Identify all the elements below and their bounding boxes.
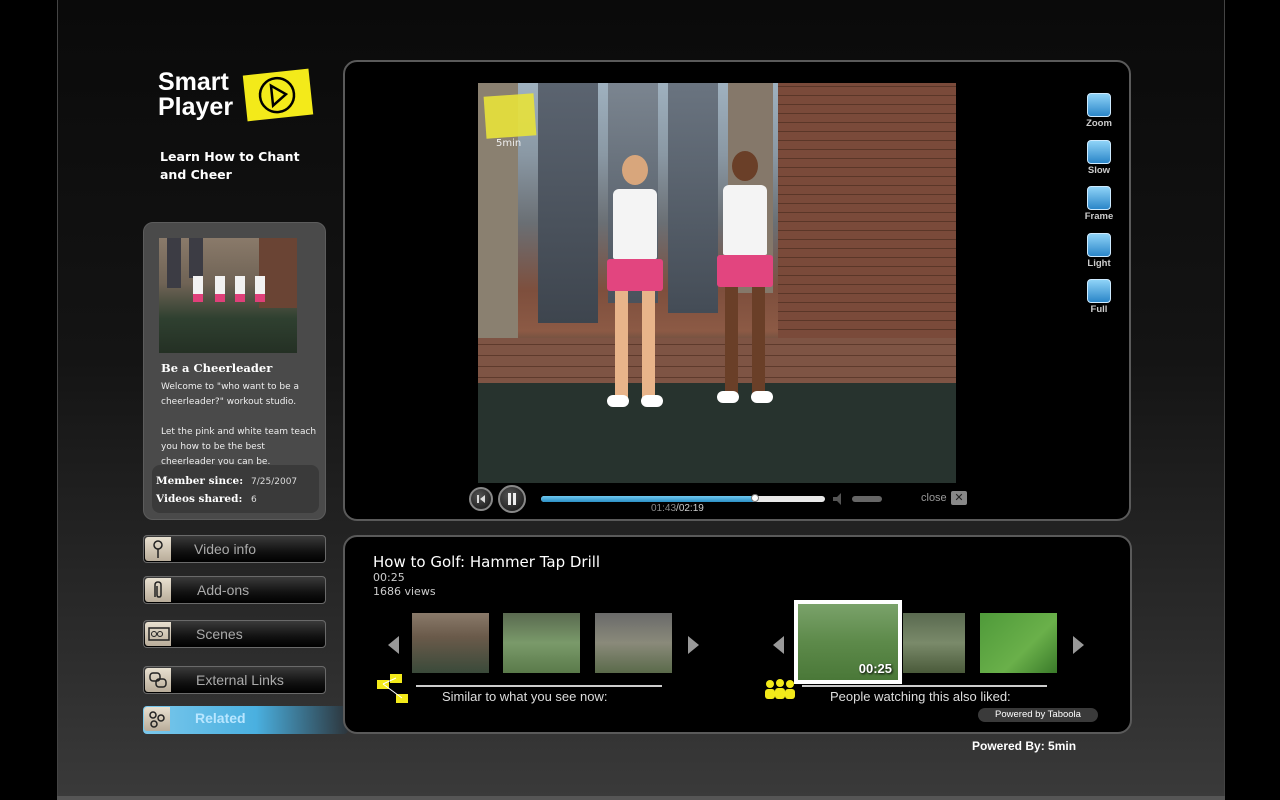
progress-bar[interactable] — [541, 494, 825, 502]
total-time: 02:19 — [678, 503, 704, 514]
people-caption: People watching this also liked: — [830, 689, 1011, 704]
rewind-icon — [477, 495, 485, 503]
author-video-thumbnail[interactable] — [159, 238, 297, 353]
thumb-figure — [193, 270, 203, 330]
member-since-value: 7/25/2007 — [251, 477, 298, 487]
video-building — [538, 83, 598, 323]
menu-scenes[interactable]: Scenes — [143, 620, 326, 648]
info-icon — [145, 537, 171, 561]
menu-label: Scenes — [196, 626, 243, 642]
taboola-badge[interactable]: Powered by Taboola — [978, 708, 1098, 722]
volume-icon[interactable] — [832, 492, 846, 506]
rewind-button[interactable] — [469, 487, 493, 511]
similar-next-arrow-icon[interactable] — [688, 636, 699, 654]
tool-frame[interactable]: Frame — [1078, 186, 1120, 230]
link-icon — [145, 668, 171, 692]
close-link[interactable]: close — [921, 492, 947, 504]
menu-label: Related — [195, 710, 246, 726]
tool-label: Slow — [1087, 165, 1111, 176]
similar-divider — [416, 685, 662, 687]
close-icon[interactable]: ✕ — [951, 491, 967, 505]
video-person-left — [600, 155, 670, 407]
thumb-building — [167, 238, 181, 288]
menu-label: External Links — [196, 672, 284, 688]
tool-label: Frame — [1084, 211, 1114, 222]
zoom-icon — [1087, 93, 1111, 117]
fullscreen-icon — [1087, 279, 1111, 303]
menu-external-links[interactable]: External Links — [143, 666, 326, 694]
play-badge-icon — [242, 68, 314, 122]
slow-icon — [1087, 140, 1111, 164]
tool-zoom[interactable]: Zoom — [1078, 93, 1120, 137]
related-video-title[interactable]: How to Golf: Hammer Tap Drill — [373, 553, 600, 571]
people-thumbnail[interactable] — [903, 613, 965, 673]
featured-thumbnail[interactable]: 00:25 — [794, 600, 902, 684]
logo-text: Smart Player — [158, 68, 234, 121]
pause-button[interactable] — [498, 485, 526, 513]
page-subtitle: Learn How to Chant and Cheer — [160, 149, 300, 182]
watermark-logo-icon — [483, 93, 537, 139]
progress-fill — [541, 496, 756, 502]
similar-thumbnail[interactable] — [412, 613, 489, 673]
related-icon — [144, 707, 170, 731]
similar-caption: Similar to what you see now: — [442, 689, 608, 704]
people-next-arrow-icon[interactable] — [1073, 636, 1084, 654]
author-panel: Be a Cheerleader Welcome to "who want to… — [143, 222, 326, 520]
member-since-label: Member since: — [156, 475, 244, 487]
menu-related[interactable]: Related — [143, 706, 348, 734]
time-display: 01:43/02:19 — [651, 503, 704, 514]
people-icon — [765, 679, 795, 699]
menu-label: Add-ons — [197, 582, 250, 598]
featured-duration: 00:25 — [858, 661, 892, 676]
watermark-text: 5min — [496, 138, 522, 149]
tool-full[interactable]: Full — [1078, 279, 1120, 323]
similar-icon — [377, 674, 408, 703]
progress-knob[interactable] — [751, 494, 760, 502]
tool-label: Light — [1087, 258, 1111, 269]
menu-video-info[interactable]: Video info — [143, 535, 326, 563]
videos-shared-value: 6 — [251, 495, 257, 505]
smart-player-logo: Smart Player — [158, 68, 318, 130]
author-stats: Member since: 7/25/2007 Videos shared: 6 — [152, 465, 319, 513]
paperclip-icon — [145, 578, 171, 602]
menu-add-ons[interactable]: Add-ons — [143, 576, 326, 604]
people-divider — [802, 685, 1047, 687]
similar-prev-arrow-icon[interactable] — [388, 636, 399, 654]
related-video-duration: 00:25 — [373, 571, 405, 584]
thumb-figure — [255, 270, 265, 330]
frame-icon — [1087, 186, 1111, 210]
powered-by-5min[interactable]: Powered By: 5min — [972, 739, 1076, 753]
author-description: Welcome to "who want to be a cheerleader… — [161, 382, 317, 467]
volume-slider[interactable] — [852, 496, 882, 502]
people-prev-arrow-icon[interactable] — [773, 636, 784, 654]
current-time: 01:43 — [651, 503, 677, 514]
frame-bottom-edge — [57, 796, 1225, 800]
video-person-right — [710, 151, 780, 403]
light-icon — [1087, 233, 1111, 257]
videos-shared-label: Videos shared: — [156, 493, 243, 505]
related-video-views: 1686 views — [373, 585, 436, 598]
tool-slow[interactable]: Slow — [1078, 140, 1120, 184]
tool-label: Full — [1090, 304, 1108, 315]
people-thumbnail[interactable] — [980, 613, 1057, 673]
author-video-title[interactable]: Be a Cheerleader — [161, 361, 272, 375]
similar-thumbnail[interactable] — [595, 613, 672, 673]
thumb-figure — [235, 270, 245, 330]
film-strip-icon — [145, 622, 171, 646]
thumb-figure — [215, 270, 225, 330]
video-display[interactable]: 5min — [478, 83, 956, 483]
tool-light[interactable]: Light — [1078, 233, 1120, 277]
pause-icon — [508, 493, 516, 505]
similar-thumbnail[interactable] — [503, 613, 580, 673]
menu-label: Video info — [194, 541, 257, 557]
tool-label: Zoom — [1086, 118, 1112, 129]
